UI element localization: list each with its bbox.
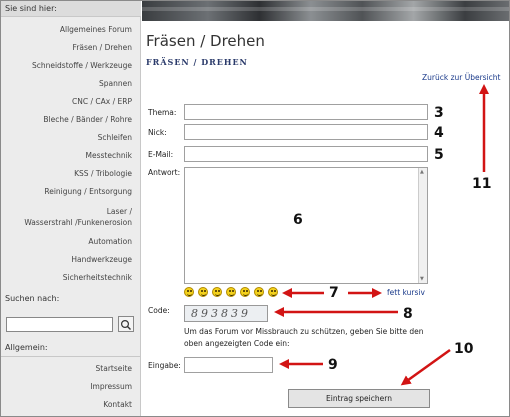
annotation-arrows xyxy=(274,84,489,386)
arrow-10-save xyxy=(400,348,451,386)
